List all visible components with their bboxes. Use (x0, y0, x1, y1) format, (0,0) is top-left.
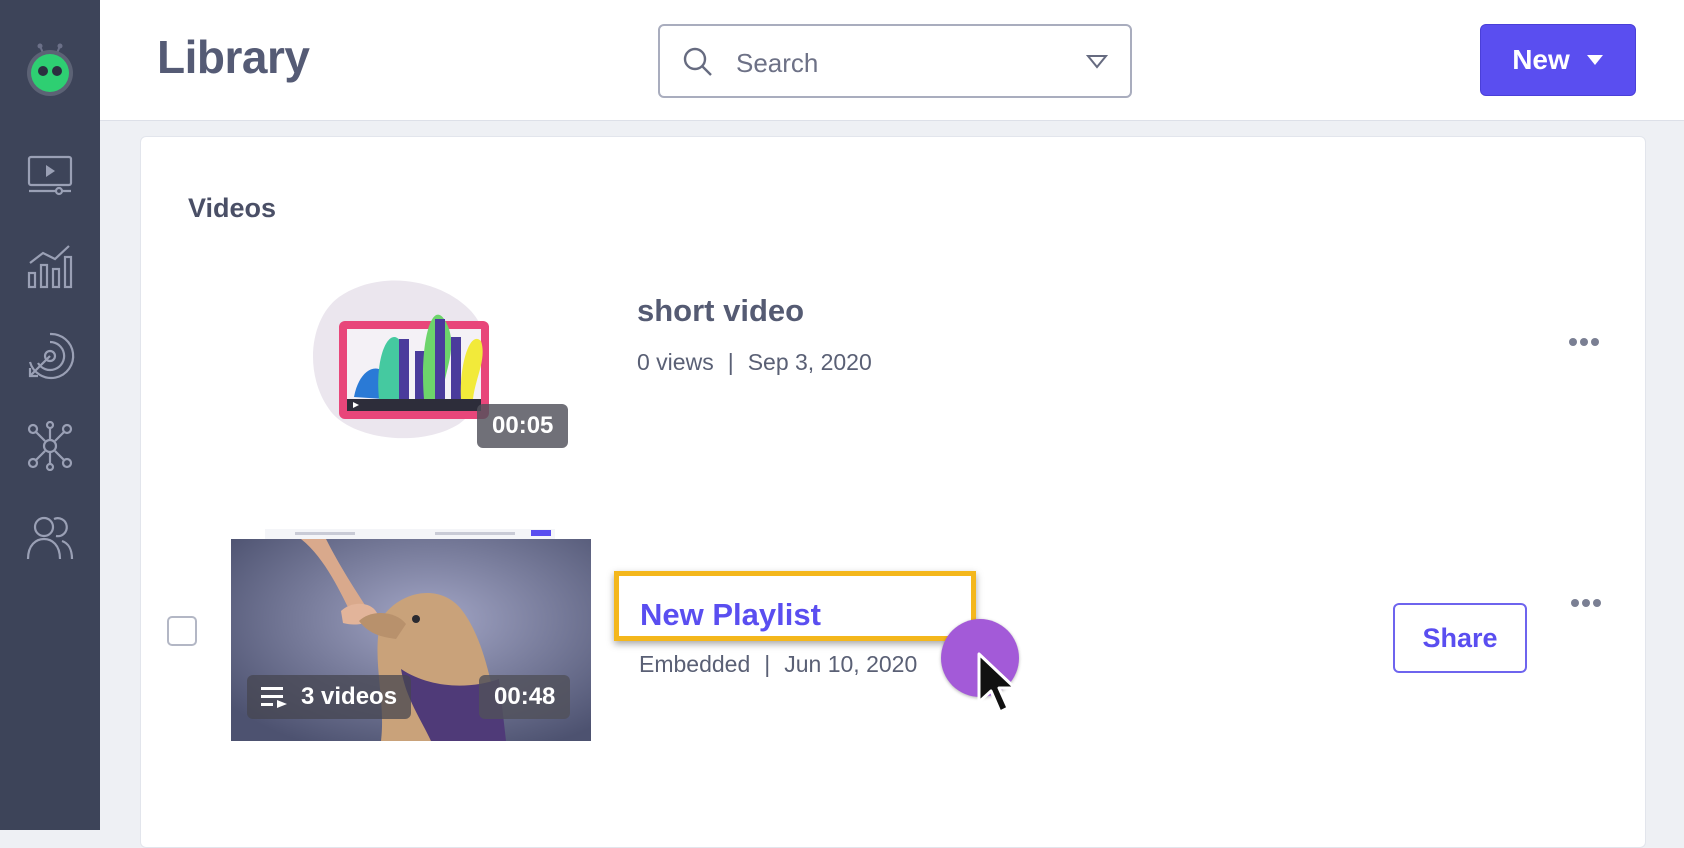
top-bar: Library Search New (100, 0, 1684, 121)
section-heading: Videos (188, 193, 277, 223)
library-panel: Videos 00:05 short video 0 views | Sep 3, … (140, 136, 1646, 848)
share-button[interactable]: Share (1393, 603, 1527, 673)
playlist-icon (261, 687, 287, 708)
playlist-thumbnail[interactable]: 3 videos 00:48 (231, 539, 591, 741)
video-player-icon[interactable] (22, 148, 78, 204)
video-count-badge: 3 videos (247, 675, 412, 719)
search-input[interactable]: Search (658, 24, 1132, 98)
search-placeholder: Search (736, 48, 819, 78)
video-views: 0 views (637, 349, 714, 375)
integrations-network-icon[interactable] (22, 418, 78, 474)
new-button[interactable]: New (1480, 24, 1636, 96)
mouse-cursor-icon (977, 652, 1017, 714)
sidebar (0, 0, 100, 830)
more-options-icon[interactable] (1567, 333, 1600, 351)
analytics-chart-icon[interactable] (22, 238, 78, 294)
select-checkbox[interactable] (167, 616, 197, 646)
search-icon (682, 46, 714, 83)
app-logo-icon[interactable] (22, 42, 78, 98)
stacked-thumbnail-edge (265, 529, 555, 539)
video-title[interactable]: short video (637, 293, 804, 329)
meta-separator: | (764, 651, 771, 677)
chevron-down-icon (1586, 55, 1603, 65)
search-filter-dropdown-icon[interactable] (1085, 54, 1109, 75)
video-date: Sep 3, 2020 (747, 349, 872, 375)
duration-badge: 00:48 (479, 675, 571, 719)
playlist-meta: Embedded | Jun 10, 2020 (639, 651, 917, 678)
playlist-type: Embedded (639, 651, 751, 677)
new-button-label: New (1512, 44, 1570, 75)
target-icon[interactable] (22, 328, 78, 384)
users-icon[interactable] (22, 508, 78, 564)
more-options-icon[interactable] (1569, 594, 1602, 612)
playlist-title[interactable]: New Playlist (640, 597, 821, 633)
page-title: Library (157, 31, 310, 83)
video-meta: 0 views | Sep 3, 2020 (637, 349, 872, 376)
duration-badge: 00:05 (477, 404, 569, 448)
playlist-date: Jun 10, 2020 (784, 651, 918, 677)
video-count-label: 3 videos (301, 683, 398, 710)
meta-separator: | (727, 349, 734, 375)
video-thumbnail[interactable]: 00:05 (229, 259, 589, 463)
